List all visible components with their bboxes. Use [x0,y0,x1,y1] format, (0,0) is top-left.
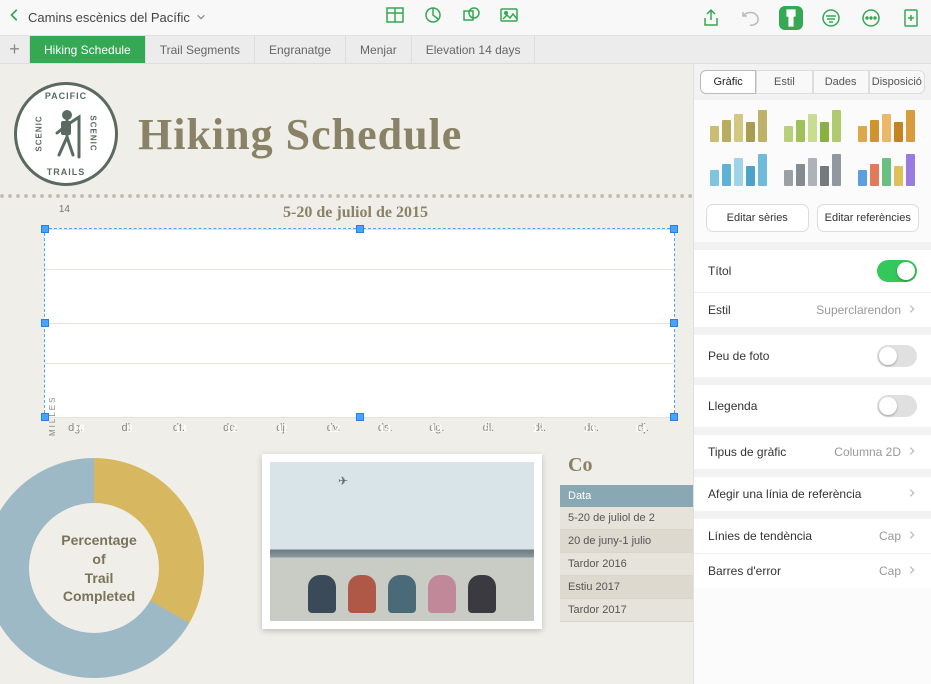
row-trend-lines[interactable]: Línies de tendència Cap [694,511,931,553]
chart-styles-grid [694,100,931,200]
row-style-label: Estil [708,303,731,317]
summary-heading: Co [560,454,693,477]
chevron-right-icon [907,445,917,459]
bar-chart[interactable]: 5-20 de juliol de 2015 1411740 108131211… [36,204,675,434]
sheet-tab[interactable]: Menjar [346,36,412,63]
chart-y-label: MILLES [48,396,57,436]
logo-text-right: SCENIC [88,115,97,151]
row-error-bars[interactable]: Barres d'error Cap [694,553,931,588]
row-reference-line[interactable]: Afegir una línia de referència [694,469,931,511]
sheet-tab[interactable]: Elevation 14 days [412,36,536,63]
format-inspector: GràficEstilDadesDisposició Editar sèries… [693,64,931,684]
row-title[interactable]: Títol [694,242,931,292]
inspector-tabs: GràficEstilDadesDisposició [694,64,931,100]
chart-style-thumb[interactable] [780,154,846,190]
row-style[interactable]: Estil Superclarendon [694,292,931,327]
edit-references-button[interactable]: Editar referències [817,204,920,232]
photo-placeholder[interactable]: ✈ [262,454,542,629]
row-reference-line-label: Afegir una línia de referència [708,487,861,501]
table-cell[interactable]: 20 de juny-1 julio [560,530,693,553]
row-trend-value: Cap [879,529,901,543]
format-brush-icon[interactable] [779,6,803,30]
row-trend-label: Línies de tendència [708,529,812,543]
bar-value-label: 12 [517,421,559,436]
title-toggle[interactable] [877,260,917,282]
row-error-label: Barres d'error [708,564,781,578]
table-header-data: Data [560,485,693,507]
bar-value-label: 13 [160,421,202,436]
row-legend[interactable]: Llegenda [694,377,931,427]
table-cell[interactable]: Tardor 2017 [560,599,693,622]
inspector-tab[interactable]: Disposició [869,70,925,94]
row-caption[interactable]: Peu de foto [694,327,931,377]
bar-value-label: 11 [262,421,304,436]
donut-chart[interactable]: Percentage of Trail Completed [14,454,244,664]
share-icon[interactable] [699,6,723,30]
row-title-label: Títol [708,264,731,278]
donut-label: Percentage of Trail Completed [14,532,184,607]
chart-icon[interactable] [423,5,443,30]
logo: PACIFIC TRAILS SCENIC SCENIC [14,82,118,186]
table-cell[interactable]: 5-20 de juliol de 2 [560,507,693,530]
bar-value-label: 12 [211,421,253,436]
sheet-tab[interactable]: Hiking Schedule [30,36,146,63]
row-chart-type-label: Tipus de gràfic [708,445,786,459]
organize-icon[interactable] [819,6,843,30]
logo-text-left: SCENIC [35,115,44,151]
new-sheet-icon[interactable] [899,6,923,30]
row-style-value: Superclarendon [816,303,901,317]
spreadsheet-canvas[interactable]: PACIFIC TRAILS SCENIC SCENIC Hiking Sche… [0,64,693,684]
chevron-right-icon [907,529,917,543]
row-chart-type-value: Columna 2D [834,445,901,459]
chevron-right-icon [907,487,917,501]
chart-style-thumb[interactable] [706,154,772,190]
page-title: Hiking Schedule [138,109,462,160]
bar-value-label: 14 [619,421,661,436]
table-cell[interactable]: Estiu 2017 [560,576,693,599]
row-error-value: Cap [879,564,901,578]
document-title[interactable]: Camins escènics del Pacífic [28,10,190,25]
sheet-tab[interactable]: Trail Segments [146,36,255,63]
table-cell[interactable]: Tardor 2016 [560,553,693,576]
shape-icon[interactable] [461,5,481,30]
chevron-right-icon [907,303,917,317]
caption-toggle[interactable] [877,345,917,367]
bar-value-label: 13 [568,421,610,436]
row-caption-label: Peu de foto [708,349,769,363]
row-legend-label: Llegenda [708,399,757,413]
more-icon[interactable] [859,6,883,30]
bird-icon: ✈ [338,474,348,488]
row-chart-type[interactable]: Tipus de gràfic Columna 2D [694,427,931,469]
bar-value-label: 14 [364,421,406,436]
chart-style-thumb[interactable] [706,110,772,146]
inspector-tab[interactable]: Dades [813,70,869,94]
bar-value-label: 13 [415,421,457,436]
chart-style-thumb[interactable] [853,154,919,190]
hiker-icon [49,107,89,163]
summary-table[interactable]: Co Data 5-20 de juliol de 220 de juny-1 … [560,454,693,664]
chart-style-thumb[interactable] [780,110,846,146]
chart-title: 5-20 de juliol de 2015 [36,204,675,222]
bar-value-label: 12 [313,421,355,436]
media-icon[interactable] [499,5,519,30]
top-toolbar: Camins escènics del Pacífic [0,0,931,36]
edit-series-button[interactable]: Editar sèries [706,204,809,232]
back-icon[interactable] [8,8,22,27]
sheet-tab-bar: + Hiking ScheduleTrail SegmentsEngranatg… [0,36,931,64]
table-icon[interactable] [385,5,405,30]
chevron-right-icon [907,564,917,578]
legend-toggle[interactable] [877,395,917,417]
inspector-tab[interactable]: Gràfic [700,70,756,94]
logo-text-top: PACIFIC [17,91,115,101]
chart-style-thumb[interactable] [853,110,919,146]
add-sheet-button[interactable]: + [0,36,30,63]
bar-value-label: 8 [108,421,150,436]
bar-value-label: 10 [57,421,99,436]
undo-icon[interactable] [739,6,763,30]
chevron-down-icon[interactable] [196,9,206,27]
sheet-tab[interactable]: Engranatge [255,36,346,63]
inspector-tab[interactable]: Estil [756,70,812,94]
bar-value-label: 9 [466,421,508,436]
logo-text-bottom: TRAILS [17,167,115,177]
